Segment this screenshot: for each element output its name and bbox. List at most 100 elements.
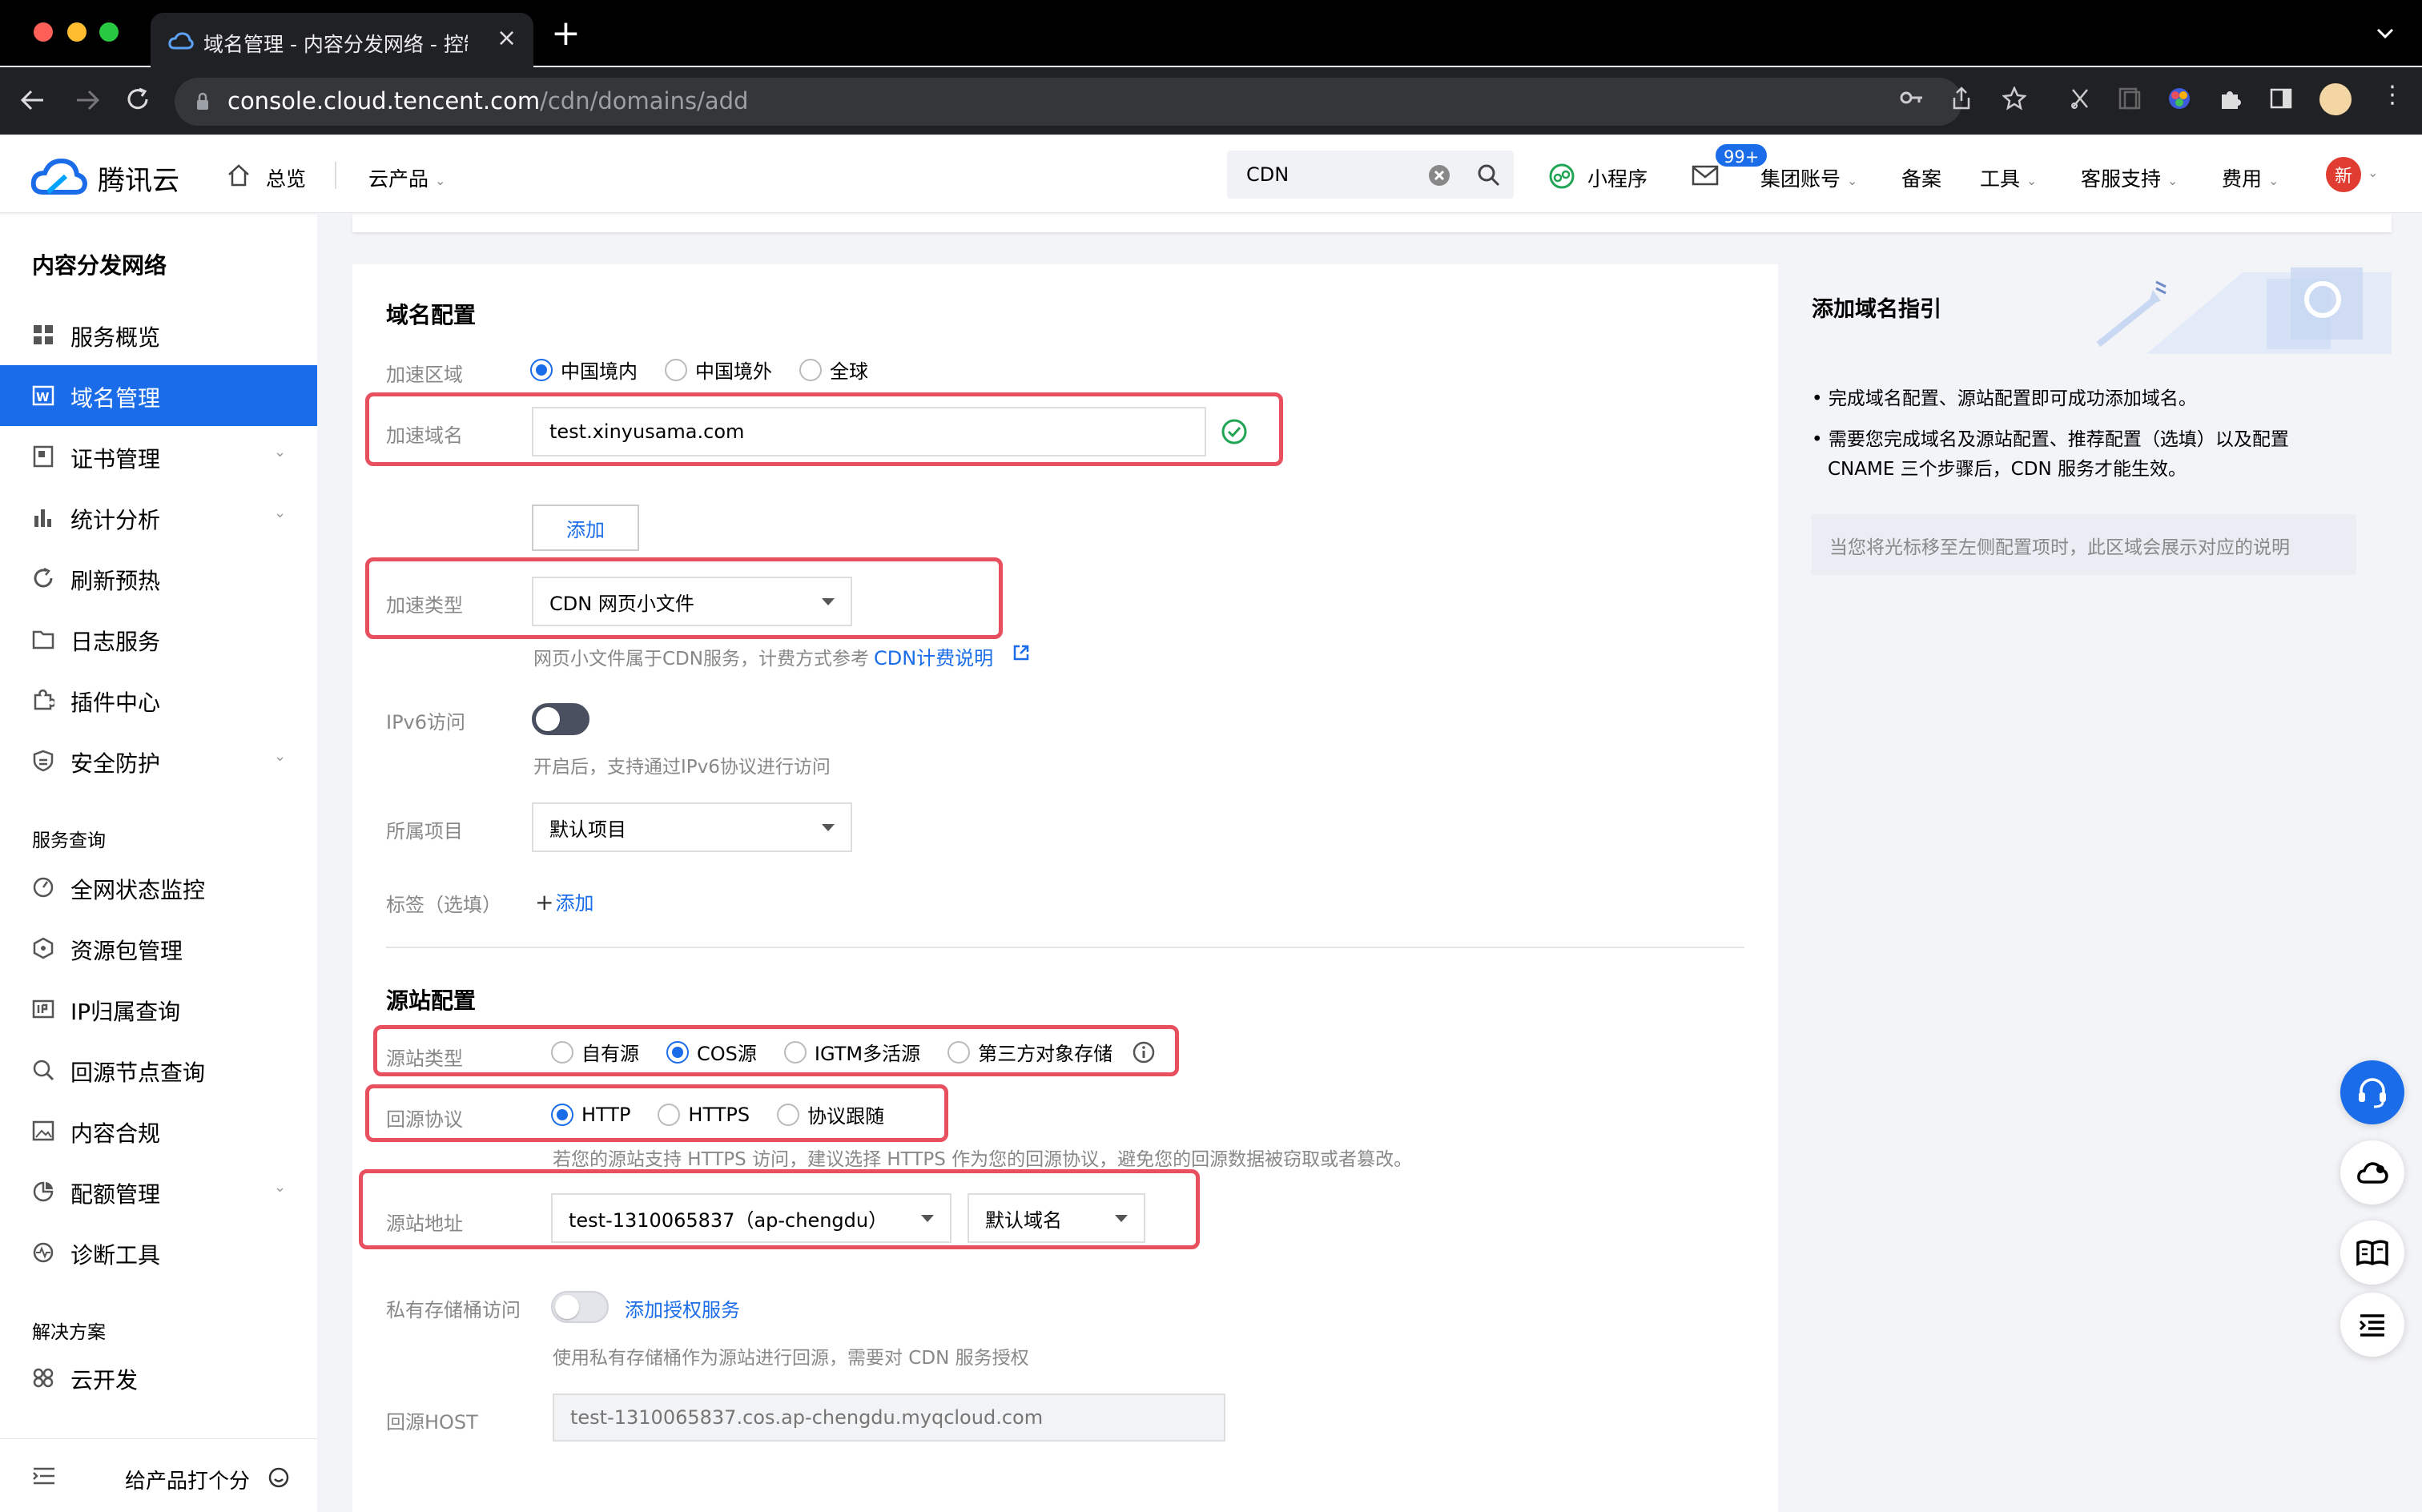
plus-icon: + <box>535 889 554 915</box>
nav-support[interactable]: 客服支持 ⌄ <box>2081 163 2178 192</box>
mail-icon[interactable] <box>1692 165 1719 186</box>
browser-menu-icon[interactable]: ⋮ <box>2380 83 2404 107</box>
origin-bucket-select[interactable]: test-1310065837（ap-chengdu） <box>551 1193 952 1243</box>
logo-text[interactable]: 腾讯云 <box>98 159 179 198</box>
nav-beian[interactable]: 备案 <box>1901 163 1941 192</box>
cdn-billing-link[interactable]: CDN计费说明 <box>874 647 993 670</box>
tab-list-chevron-icon[interactable] <box>2376 27 2395 40</box>
origin-type-self[interactable]: 自有源 <box>551 1038 639 1066</box>
ipv6-toggle[interactable] <box>532 703 589 735</box>
radio-unchecked <box>947 1040 971 1064</box>
sidebar-item-quota[interactable]: 配额管理 ⌄ <box>0 1161 317 1222</box>
add-domain-button[interactable]: 添加 <box>532 505 639 551</box>
protocol-follow[interactable]: 协议跟随 <box>777 1100 884 1128</box>
nav-mini-program[interactable]: 小程序 <box>1587 163 1648 192</box>
profile-avatar[interactable] <box>2319 83 2352 115</box>
nav-tools[interactable]: 工具 ⌄ <box>1980 163 2037 192</box>
reader-extension-icon[interactable] <box>2118 86 2142 111</box>
customer-service-button[interactable] <box>2340 1060 2404 1124</box>
tencent-cloud-logo-icon[interactable] <box>30 157 88 195</box>
sidebar-item-cloudbase[interactable]: 云开发 <box>0 1347 317 1408</box>
header-search-input[interactable]: CDN <box>1227 151 1514 199</box>
guide-illustration-icon <box>2096 267 2392 354</box>
origin-type-igtm[interactable]: IGTM多活源 <box>783 1038 920 1066</box>
protocol-https[interactable]: HTTPS <box>658 1100 750 1128</box>
guide-title: 添加域名指引 <box>1812 297 1941 322</box>
ip-icon <box>32 999 54 1019</box>
private-bucket-toggle[interactable] <box>551 1291 609 1323</box>
plugin-icon <box>34 689 54 710</box>
region-option-global[interactable]: 全球 <box>799 356 868 384</box>
ipv6-hint: 开启后，支持通过IPv6协议进行访问 <box>533 757 831 778</box>
sidebar-item-ip-lookup[interactable]: IP归属查询 <box>0 979 317 1040</box>
nav-fees[interactable]: 费用 ⌄ <box>2222 163 2279 192</box>
project-select[interactable]: 默认项目 <box>532 802 852 852</box>
origin-domain-type-select[interactable]: 默认域名 <box>968 1193 1145 1243</box>
add-authorization-link[interactable]: 添加授权服务 <box>625 1294 740 1322</box>
back-icon[interactable] <box>19 88 46 112</box>
reload-icon[interactable] <box>125 86 151 112</box>
sidebar-item-diagnostics[interactable]: 诊断工具 <box>0 1222 317 1283</box>
sidebar-item-certificates[interactable]: 证书管理 ⌄ <box>0 426 317 487</box>
scissors-extension-icon[interactable] <box>2070 88 2090 109</box>
minimize-window-button[interactable] <box>67 22 86 42</box>
select-value: test-1310065837（ap-chengdu） <box>569 1208 888 1232</box>
clear-search-icon[interactable] <box>1427 163 1451 187</box>
docs-button[interactable] <box>2340 1220 2404 1285</box>
add-tag-link[interactable]: +添加 <box>535 887 593 915</box>
origin-type-cos[interactable]: COS源 <box>666 1038 757 1066</box>
bookmark-star-icon[interactable] <box>2002 86 2026 111</box>
origin-host-input[interactable] <box>553 1393 1225 1442</box>
user-menu-chevron-icon[interactable]: ⌄ <box>2368 165 2378 180</box>
radio-unchecked <box>551 1040 573 1064</box>
sidebar-item-security[interactable]: 安全防护 ⌄ <box>0 730 317 791</box>
puzzle-extensions-icon[interactable] <box>2219 86 2243 111</box>
sidebar-item-plugins[interactable]: 插件中心 <box>0 670 317 730</box>
chevron-down-icon: ⌄ <box>274 1179 287 1196</box>
sidebar-item-label: 资源包管理 <box>70 938 183 964</box>
sidebar-item-overview[interactable]: 服务概览 <box>0 304 317 365</box>
check-circle-icon <box>1221 419 1247 444</box>
refresh-icon <box>34 567 53 588</box>
sidebar-item-packages[interactable]: 资源包管理 <box>0 918 317 979</box>
nav-overview[interactable]: 总览 <box>266 163 306 192</box>
sidebar-item-refresh[interactable]: 刷新预热 <box>0 548 317 609</box>
radio-checked <box>666 1040 689 1064</box>
forward-icon[interactable] <box>74 88 101 112</box>
collapse-menu-icon[interactable] <box>32 1466 56 1486</box>
sidebar-item-logs[interactable]: 日志服务 <box>0 609 317 670</box>
browser-tab[interactable]: 域名管理 - 内容分发网络 - 控制 × <box>151 13 533 67</box>
close-tab-icon[interactable]: × <box>497 24 517 52</box>
cloud-assistant-button[interactable] <box>2340 1140 2404 1204</box>
toggle-knob <box>555 1295 579 1319</box>
feedback-link[interactable]: 给产品打个分 <box>125 1465 250 1494</box>
sidebar-item-origin-node-lookup[interactable]: 回源节点查询 <box>0 1040 317 1100</box>
share-icon[interactable] <box>1951 86 1972 111</box>
region-option-mainland[interactable]: 中国境内 <box>530 356 638 384</box>
search-icon[interactable] <box>1477 163 1501 187</box>
side-panel-icon[interactable] <box>2270 88 2292 109</box>
sidebar-item-domain-management[interactable]: W 域名管理 <box>0 365 317 426</box>
protocol-http[interactable]: HTTP <box>551 1100 630 1128</box>
new-tab-icon[interactable]: + <box>551 16 581 51</box>
sidebar-item-statistics[interactable]: 统计分析 ⌄ <box>0 487 317 548</box>
acceleration-type-select[interactable]: CDN 网页小文件 <box>532 577 852 626</box>
sidebar-item-network-monitor[interactable]: 全网状态监控 <box>0 857 317 918</box>
shield-icon <box>33 750 54 772</box>
sidebar-item-content-compliance[interactable]: 内容合规 <box>0 1100 317 1161</box>
pie-chart-icon <box>33 1181 54 1202</box>
nav-products[interactable]: 云产品 ⌄ <box>368 163 445 192</box>
nav-group-account[interactable]: 集团账号 ⌄ <box>1760 163 1857 192</box>
info-icon[interactable] <box>1133 1041 1155 1064</box>
color-extension-icon[interactable] <box>2167 86 2191 111</box>
origin-type-third-party[interactable]: 第三方对象存储 <box>947 1038 1112 1066</box>
home-icon <box>228 164 249 187</box>
maximize-window-button[interactable] <box>99 22 119 42</box>
region-option-overseas[interactable]: 中国境外 <box>665 356 772 384</box>
close-window-button[interactable] <box>34 22 53 42</box>
key-icon[interactable] <box>1900 90 1924 106</box>
page-outline-button[interactable] <box>2340 1293 2404 1357</box>
external-link-icon[interactable] <box>1012 644 1030 662</box>
user-avatar[interactable]: 新 <box>2326 157 2361 192</box>
domain-input[interactable]: test.xinyusama.com <box>532 407 1206 456</box>
